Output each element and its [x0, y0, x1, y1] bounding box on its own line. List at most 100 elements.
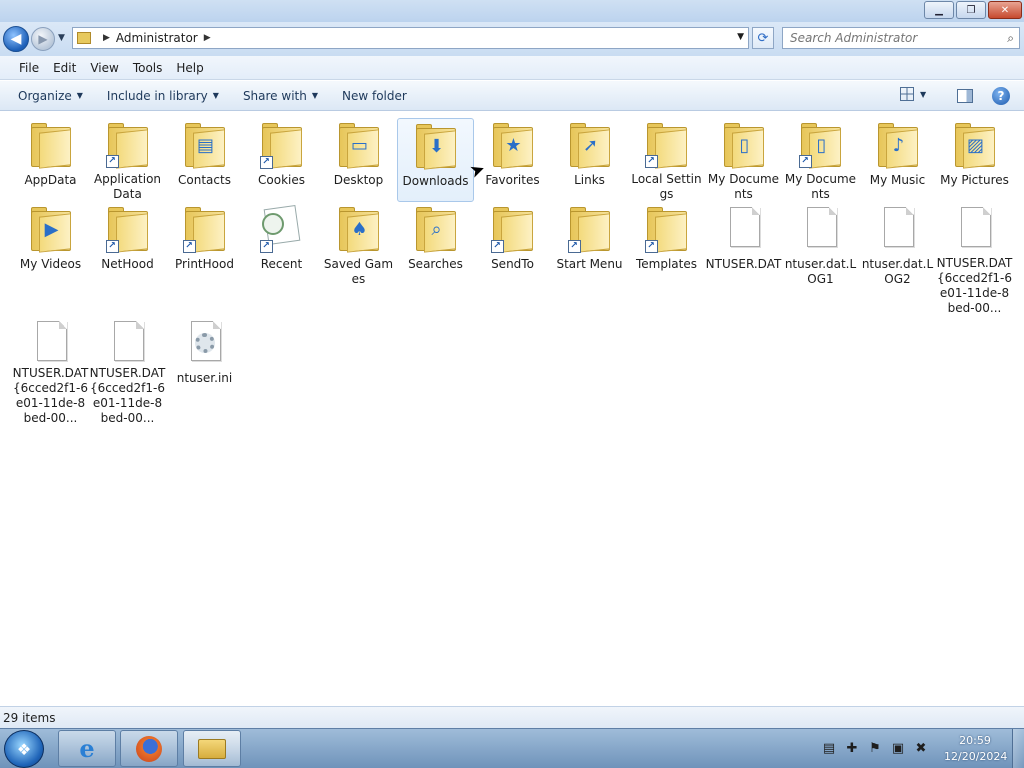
file-item[interactable]: NTUSER.DAT{6cced2f1-6e01-11de-8bed-00...: [12, 316, 89, 426]
recent-pages-dropdown[interactable]: ▼: [58, 33, 65, 43]
folder-item[interactable]: ↗ SendTo: [474, 202, 551, 316]
folder-item[interactable]: ▯ My Documents: [705, 118, 782, 202]
item-label: Templates: [635, 257, 697, 271]
views-icon[interactable]: [900, 87, 914, 101]
file-item[interactable]: ntuser.dat.LOG2: [859, 202, 936, 316]
folder-item[interactable]: ▭ Desktop: [320, 118, 397, 202]
folder-item[interactable]: ▯ ↗ My Documents: [782, 118, 859, 202]
application-data-folder-icon: ↗: [104, 121, 152, 170]
folder-item[interactable]: ⌕ Searches: [397, 202, 474, 316]
address-history-dropdown[interactable]: ▼: [737, 32, 744, 42]
shortcut-arrow-icon: ↗: [105, 240, 119, 253]
address-bar[interactable]: ▶ Administrator ▶ ▼: [72, 27, 749, 49]
navigation-bar: ◀ ▶ ▼ ▶ Administrator ▶ ▼ ⟳ ⌕: [0, 22, 1024, 56]
file-item[interactable]: NTUSER.DAT{6cced2f1-6e01-11de-8bed-00...: [936, 202, 1013, 316]
menu-help[interactable]: Help: [169, 61, 210, 75]
new-folder-label: New folder: [342, 88, 407, 103]
location-folder-icon: [77, 32, 91, 44]
desktop-folder-icon: ▭: [335, 121, 383, 171]
menu-view[interactable]: View: [83, 61, 125, 75]
folder-item[interactable]: ▶ My Videos: [12, 202, 89, 316]
item-label: NTUSER.DAT{6cced2f1-6e01-11de-8bed-00...: [12, 366, 89, 425]
breadcrumb-separator-icon[interactable]: ▶: [204, 33, 211, 43]
my-documents-folder-icon: ▯: [720, 121, 768, 170]
new-folder-button[interactable]: New folder: [334, 89, 415, 103]
chevron-down-icon: ▼: [212, 91, 219, 100]
file-icon: [797, 205, 845, 255]
action-center-icon[interactable]: ▤: [822, 741, 836, 756]
shortcut-arrow-icon: ↗: [259, 156, 273, 169]
breadcrumb-administrator[interactable]: Administrator: [116, 31, 198, 45]
favorites-folder-icon: ★: [489, 121, 537, 171]
internet-explorer-icon: e: [79, 734, 95, 763]
file-item[interactable]: ntuser.ini: [166, 316, 243, 426]
start-button[interactable]: ❖: [4, 730, 44, 768]
search-input[interactable]: [790, 31, 990, 45]
clock-date: 12/20/2024: [944, 750, 1008, 763]
templates-folder-icon: ↗: [643, 205, 691, 255]
show-desktop-button[interactable]: [1012, 729, 1024, 768]
preview-pane-icon[interactable]: [957, 89, 973, 103]
command-bar: Organize ▼ Include in library ▼ Share with…: [0, 81, 1024, 111]
search-icon[interactable]: ⌕: [1007, 31, 1014, 46]
back-button[interactable]: ◀: [3, 26, 29, 52]
file-item[interactable]: ntuser.dat.LOG1: [782, 202, 859, 316]
breadcrumb-separator-icon[interactable]: ▶: [103, 33, 110, 43]
menu-tools[interactable]: Tools: [126, 61, 170, 75]
taskbar-firefox[interactable]: [120, 730, 178, 767]
network-icon[interactable]: ▣: [891, 741, 905, 756]
refresh-button[interactable]: ⟳: [752, 27, 774, 49]
folder-item[interactable]: ↗ PrintHood: [166, 202, 243, 316]
folder-item[interactable]: ♪ My Music: [859, 118, 936, 202]
item-label: Local Settings: [631, 172, 702, 201]
share-with-button[interactable]: Share with ▼: [235, 89, 326, 103]
minimize-button[interactable]: ▁: [924, 1, 954, 19]
taskbar-clock[interactable]: 20:59 12/20/2024: [944, 733, 1008, 765]
maximize-button[interactable]: ❐: [956, 1, 986, 19]
folder-item[interactable]: ➚ Links: [551, 118, 628, 202]
folder-item[interactable]: ↗ Local Settings: [628, 118, 705, 202]
settings-file-icon: [181, 319, 229, 369]
search-box[interactable]: ⌕: [782, 27, 1020, 49]
chevron-down-icon[interactable]: ▼: [920, 90, 926, 99]
folder-item[interactable]: ↗ Start Menu: [551, 202, 628, 316]
file-item[interactable]: NTUSER.DAT: [705, 202, 782, 316]
security-icon[interactable]: ✚: [845, 741, 859, 756]
forward-button[interactable]: ▶: [31, 27, 55, 51]
flag-icon[interactable]: ⚑: [868, 741, 882, 756]
shortcut-arrow-icon: ↗: [182, 240, 196, 253]
folder-item[interactable]: ★ Favorites: [474, 118, 551, 202]
volume-muted-icon[interactable]: ✖: [914, 741, 928, 756]
include-in-library-button[interactable]: Include in library ▼: [99, 89, 227, 103]
folder-item[interactable]: ⬇ Downloads: [397, 118, 474, 202]
menu-file[interactable]: File: [12, 61, 46, 75]
file-item[interactable]: NTUSER.DAT{6cced2f1-6e01-11de-8bed-00...: [89, 316, 166, 426]
folder-item[interactable]: ↗ Application Data: [89, 118, 166, 202]
appdata-folder-icon: [27, 121, 75, 171]
folder-item[interactable]: ↗ Cookies: [243, 118, 320, 202]
folder-item[interactable]: ↗ NetHood: [89, 202, 166, 316]
menu-edit[interactable]: Edit: [46, 61, 83, 75]
change-view-control[interactable]: ▼: [900, 87, 926, 101]
shortcut-arrow-icon: ↗: [567, 240, 581, 253]
downloads-folder-icon: ⬇: [412, 122, 460, 172]
windows-logo-icon: ❖: [16, 739, 32, 759]
taskbar-windows-explorer[interactable]: [183, 730, 241, 767]
folder-item[interactable]: ▤ Contacts: [166, 118, 243, 202]
item-label: SendTo: [491, 257, 534, 271]
file-list-pane[interactable]: AppData ↗ Application Data ▤ Contacts ↗ Cookie…: [0, 112, 1024, 705]
file-item[interactable]: ↗ Recent: [243, 202, 320, 316]
item-label: Recent: [260, 257, 303, 271]
folder-item[interactable]: ▨ My Pictures: [936, 118, 1013, 202]
item-label: NTUSER.DAT{6cced2f1-6e01-11de-8bed-00...: [936, 256, 1013, 315]
item-label: PrintHood: [175, 257, 234, 271]
folder-item[interactable]: ↗ Templates: [628, 202, 705, 316]
menu-bar: File Edit View Tools Help: [0, 56, 1024, 80]
folder-item[interactable]: AppData: [12, 118, 89, 202]
organize-button[interactable]: Organize ▼: [10, 89, 91, 103]
close-button[interactable]: ✕: [988, 1, 1022, 19]
taskbar-internet-explorer[interactable]: e: [58, 730, 116, 767]
cookies-folder-icon: ↗: [258, 121, 306, 171]
folder-item[interactable]: ♠ Saved Games: [320, 202, 397, 316]
help-icon[interactable]: ?: [992, 87, 1010, 105]
